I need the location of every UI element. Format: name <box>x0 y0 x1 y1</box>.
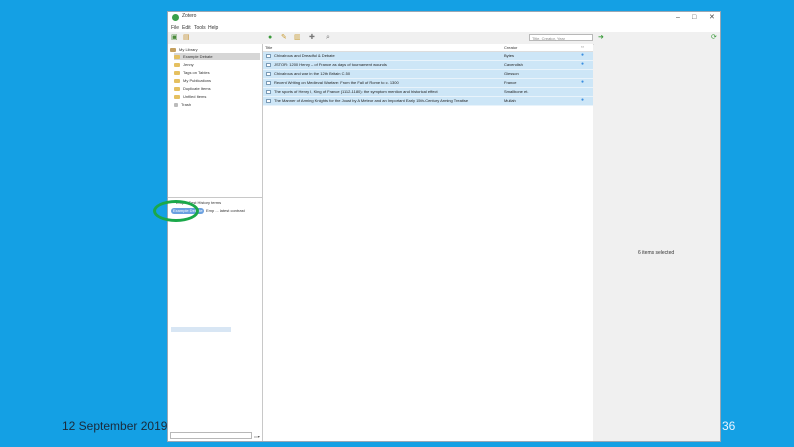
menu-tools[interactable]: Tools <box>194 25 206 31</box>
window-title: Zotero <box>182 13 197 19</box>
new-library-icon[interactable]: ▤ <box>183 34 190 42</box>
attachment-dot-icon[interactable]: ● <box>581 61 584 67</box>
row-title: Recent Writing on Medieval Warfare: From… <box>274 80 399 85</box>
new-collection-icon[interactable]: ▣ <box>171 34 178 42</box>
zotero-window: Zotero – □ ✕ File Edit Tools Help ▣ ▤ ● … <box>153 11 721 442</box>
locate-icon[interactable]: ➜ <box>598 34 604 42</box>
table-row[interactable]: The sports of Henry I, King of France (1… <box>263 88 593 97</box>
column-title[interactable]: Title <box>265 45 272 50</box>
menu-file[interactable]: File <box>171 25 179 31</box>
tree-item-duplicate-items[interactable]: Duplicate Items <box>174 85 211 92</box>
title-bar: Zotero – □ ✕ <box>168 12 720 24</box>
tree-item-my-publications[interactable]: My Publications <box>174 77 211 84</box>
document-icon <box>266 63 271 67</box>
folder-icon <box>174 78 180 83</box>
row-title: JSTOR: 1200 Henry – of France as days of… <box>274 62 387 67</box>
document-icon <box>266 54 271 58</box>
row-creator: Cavendish <box>504 62 523 67</box>
sync-icon[interactable]: ⟳ <box>711 34 717 42</box>
selection-status: 6 items selected <box>638 250 675 256</box>
trash-icon <box>174 102 178 107</box>
tag-item[interactable]: Emp ... latest contrast <box>206 208 245 213</box>
items-pane: Title Creator ⇔ Chivalrous and Dreadful … <box>263 44 593 441</box>
new-item-icon[interactable]: ● <box>268 34 272 42</box>
document-icon <box>266 81 271 85</box>
minimize-button[interactable]: – <box>676 13 680 22</box>
table-row[interactable]: Chivalrous and war in the 12th Britain C… <box>263 70 593 79</box>
table-row[interactable]: Chivalrous and Dreadful & Debate Bytes ● <box>263 52 593 61</box>
folder-icon <box>174 86 180 91</box>
folder-icon <box>174 94 180 99</box>
row-title: Chivalrous and war in the 12th Britain C… <box>274 71 351 76</box>
menu-bar: File Edit Tools Help <box>168 24 720 32</box>
tree-item-my-library[interactable]: My Library <box>170 46 198 53</box>
add-by-identifier-icon[interactable]: ✎ <box>281 34 287 42</box>
library-icon <box>170 47 176 52</box>
items-header: Title Creator ⇔ <box>263 44 593 52</box>
tag-filter-input[interactable] <box>170 432 252 439</box>
table-row[interactable]: The Manner of Arming Knights for the Jou… <box>263 97 593 106</box>
tree-item-unfiled-items[interactable]: Unfiled Items <box>174 93 206 100</box>
table-row[interactable]: Recent Writing on Medieval Warfare: From… <box>263 79 593 88</box>
attachment-dot-icon[interactable]: ● <box>581 97 584 103</box>
new-note-icon[interactable]: ▥ <box>294 34 301 42</box>
column-picker-icon[interactable]: ⇔ <box>580 44 585 50</box>
close-button[interactable]: ✕ <box>709 13 715 22</box>
item-details-pane: 6 items selected <box>594 44 720 441</box>
maximize-button[interactable]: □ <box>692 13 696 22</box>
tag-selector-footer <box>171 327 231 332</box>
advanced-search-icon[interactable]: ⌕ <box>326 34 330 42</box>
attachment-dot-icon[interactable]: ● <box>581 79 584 85</box>
row-title: Chivalrous and Dreadful & Debate <box>274 53 335 58</box>
slide-page-number: 36 <box>722 419 736 433</box>
menu-help[interactable]: Help <box>208 25 218 31</box>
row-creator: Giesson <box>504 71 519 76</box>
column-creator[interactable]: Creator <box>504 45 517 50</box>
zotero-app-icon <box>172 14 179 21</box>
slide-date: 12 September 2019 <box>62 419 168 433</box>
row-title: The sports of Henry I, King of France (1… <box>274 89 438 94</box>
row-creator: Bytes <box>504 53 515 58</box>
attachment-icon[interactable]: ✚ <box>309 34 315 42</box>
table-row[interactable]: JSTOR: 1200 Henry – of France as days of… <box>263 61 593 70</box>
tree-item-example-debate[interactable]: Example Debate <box>174 53 260 60</box>
tree-item-tags-on-tables[interactable]: Tags on Tables <box>174 69 210 76</box>
collections-pane: My Library Example Debate Jenny Tags on … <box>153 44 263 441</box>
row-title: The Manner of Arming Knights for the Jou… <box>274 98 469 103</box>
document-icon <box>266 99 271 103</box>
row-creator: France <box>504 80 517 85</box>
highlight-circle <box>153 200 199 222</box>
row-creator: Smallbone et. <box>504 89 529 94</box>
document-icon <box>266 90 271 94</box>
tree-item-trash[interactable]: Trash <box>174 101 191 108</box>
document-icon <box>266 72 271 76</box>
tree-item-jenny[interactable]: Jenny <box>174 61 194 68</box>
folder-icon <box>174 70 180 75</box>
menu-edit[interactable]: Edit <box>182 25 191 31</box>
row-creator: Mullah <box>504 98 516 103</box>
attachment-dot-icon[interactable]: ● <box>581 52 584 58</box>
pane-divider <box>168 197 262 198</box>
folder-icon <box>174 54 180 59</box>
search-input[interactable]: Title, Creator, Year <box>529 34 593 41</box>
folder-icon <box>174 62 180 67</box>
tag-actions-icon[interactable]: ▭▾ <box>254 434 260 439</box>
